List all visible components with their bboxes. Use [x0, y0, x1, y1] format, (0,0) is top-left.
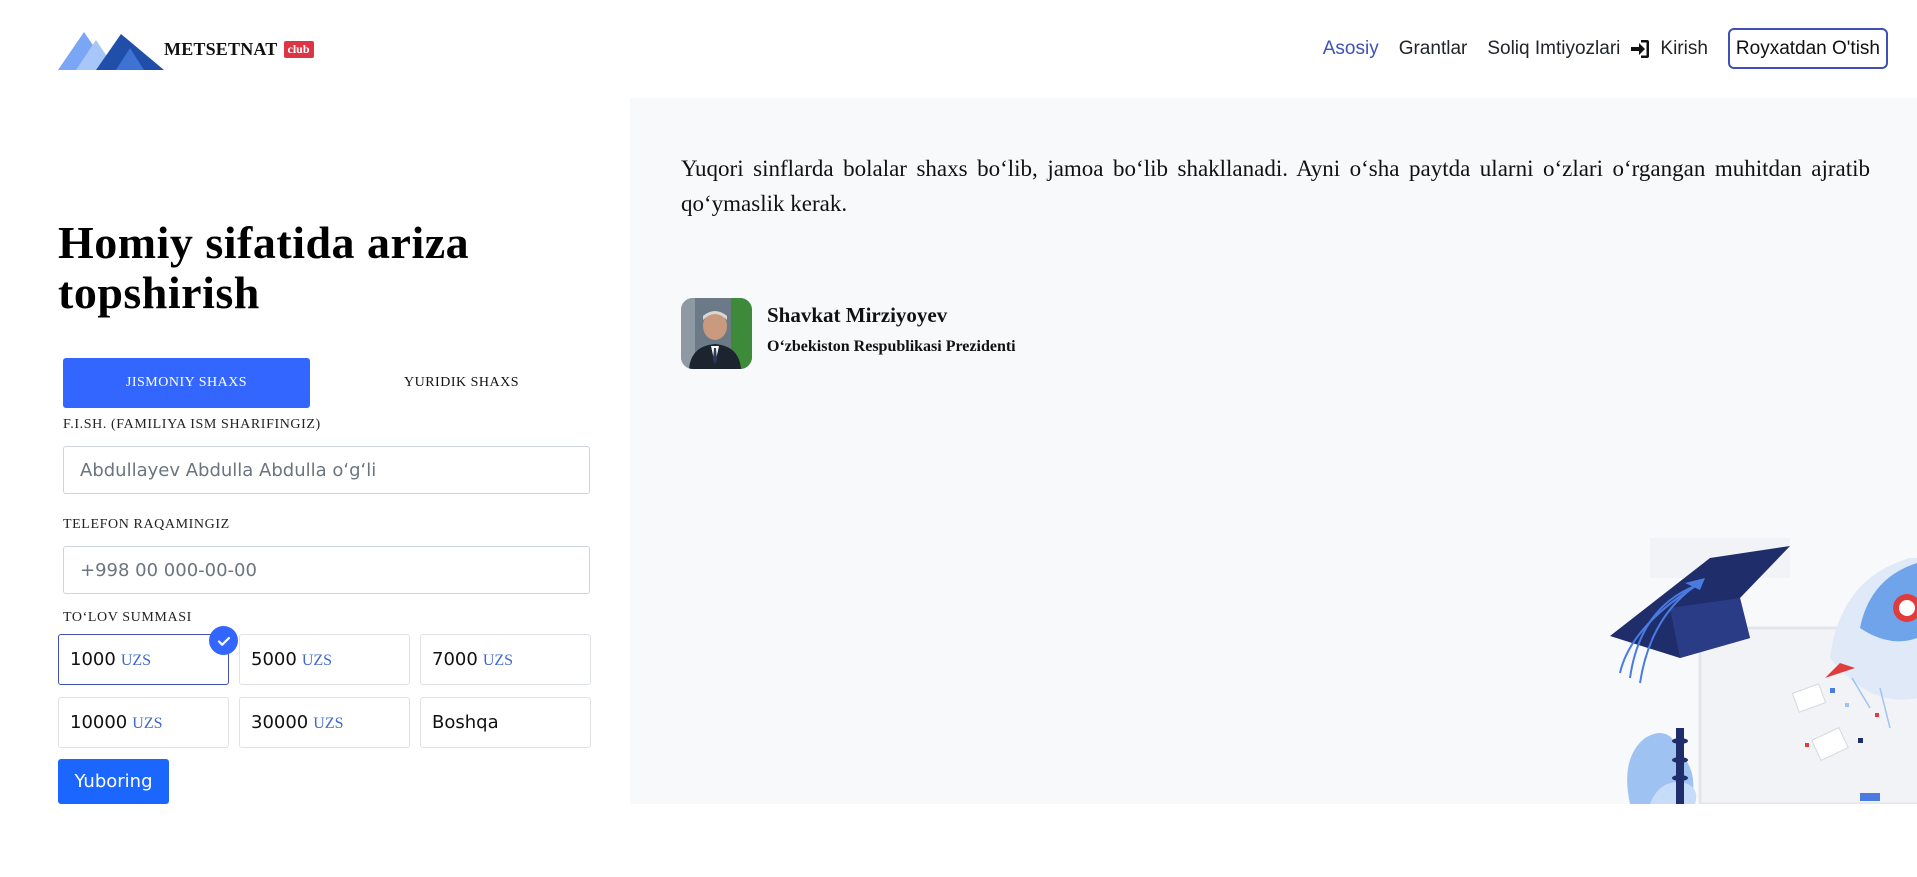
avatar — [681, 298, 752, 369]
quote-text: Yuqori sinflarda bolalar shaxs bo‘lib, j… — [681, 156, 1870, 216]
main-nav: Asosiy Grantlar Soliq Imtiyozlari Kirish… — [1303, 27, 1888, 70]
amount-field-label: TO‘LOV SUMMASI — [63, 610, 192, 625]
author-role: O‘zbekiston Respublikasi Prezidenti — [767, 338, 1016, 355]
amount-value: 1000 — [70, 649, 116, 670]
amount-other-label: Boshqa — [432, 712, 499, 733]
amount-currency: UZS — [301, 652, 333, 669]
author-name: Shavkat Mirziyoyev — [767, 303, 948, 327]
sign-in-icon — [1631, 39, 1650, 58]
amount-value: 10000 — [70, 712, 128, 733]
submit-button[interactable]: Yuboring — [58, 759, 169, 804]
amount-option-5000[interactable]: 5000 UZS — [239, 634, 410, 685]
nav-link-asosiy[interactable]: Asosiy — [1323, 38, 1379, 60]
quote-author: Shavkat Mirziyoyev O‘zbekiston Respublik… — [681, 298, 1016, 369]
nav-link-grantlar[interactable]: Grantlar — [1399, 38, 1468, 60]
amount-option-other[interactable]: Boshqa — [420, 697, 591, 748]
page-title: Homiy sifatida ariza topshirish — [58, 217, 470, 318]
amount-option-30000[interactable]: 30000 UZS — [239, 697, 410, 748]
amount-option-7000[interactable]: 7000 UZS — [420, 634, 591, 685]
mountains-logo-icon — [58, 32, 164, 70]
author-info: Shavkat Mirziyoyev O‘zbekiston Respublik… — [767, 303, 1016, 356]
register-button[interactable]: Royxatdan O'tish — [1727, 28, 1888, 69]
amount-option-1000[interactable]: 1000 UZS — [58, 634, 229, 685]
amount-currency: UZS — [132, 715, 163, 732]
quote-panel: Yuqori sinflarda bolalar shaxs bo‘lib, j… — [630, 98, 1917, 804]
brand-badge: club — [283, 40, 314, 58]
amount-currency: UZS — [313, 715, 344, 732]
check-icon — [209, 626, 238, 655]
amount-value: 30000 — [251, 712, 309, 733]
amount-value: 7000 — [432, 649, 478, 670]
phone-input[interactable] — [63, 546, 590, 594]
amount-value: 5000 — [251, 649, 297, 670]
top-navbar: METSETNAT club Asosiy Grantlar Soliq Imt… — [0, 0, 1917, 98]
graduation-illustration — [1610, 538, 1917, 804]
phone-field-label: TELEFON RAQAMINGIZ — [63, 517, 230, 532]
name-input[interactable] — [63, 446, 590, 494]
tab-jismoniy-shaxs[interactable]: JISMONIY SHAXS — [63, 358, 310, 408]
login-link[interactable]: Kirish — [1630, 38, 1708, 60]
name-field-label: F.I.SH. (FAMILIYA ISM SHARIFINGIZ) — [63, 417, 321, 432]
amount-currency: UZS — [120, 652, 152, 669]
login-label: Kirish — [1660, 37, 1708, 59]
amount-currency: UZS — [482, 652, 514, 669]
amount-option-10000[interactable]: 10000 UZS — [58, 697, 229, 748]
sponsor-type-tabs: JISMONIY SHAXS YURIDIK SHAXS — [63, 358, 590, 408]
brand-name: METSETNAT — [164, 38, 278, 59]
tab-yuridik-shaxs[interactable]: YURIDIK SHAXS — [338, 358, 585, 408]
brand-logo[interactable]: METSETNAT club — [58, 28, 314, 70]
nav-link-soliq-imtiyozlari[interactable]: Soliq Imtiyozlari — [1487, 38, 1620, 60]
